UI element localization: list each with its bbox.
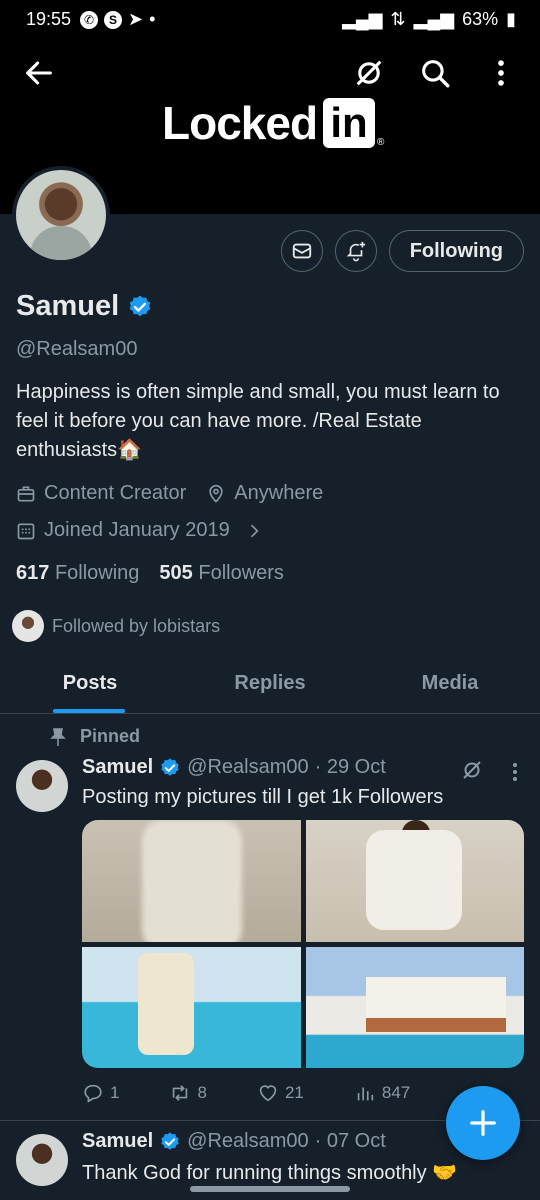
post-photo-1[interactable] (82, 820, 301, 942)
post-date: · 29 Oct (314, 756, 386, 778)
following-button[interactable]: Following (388, 230, 524, 272)
telegram-icon: ➤ (128, 9, 144, 29)
post-photo-3[interactable] (82, 946, 301, 1068)
briefcase-icon (17, 486, 35, 501)
logo-registered: ® (377, 136, 385, 148)
followed-by-row[interactable]: Followed by lobistars (12, 610, 220, 642)
back-arrow-icon[interactable] (22, 56, 56, 90)
post-more-icon[interactable] (512, 762, 518, 782)
home-indicator[interactable] (190, 1186, 350, 1192)
following-label: Following (54, 562, 140, 584)
post-avatar[interactable] (16, 1134, 68, 1186)
data-transfer-icon: ⇅ (390, 9, 406, 29)
location-pin-icon (209, 484, 223, 503)
tab-replies[interactable]: Replies (180, 660, 360, 713)
notification-icons: ✆ S ➤ • (80, 9, 155, 30)
followers-count: 505 (159, 562, 193, 584)
lockedin-logo: Locked in ® (162, 96, 384, 150)
message-button[interactable] (280, 230, 323, 272)
post-text: Thank God for running things smoothly 🤝 (82, 1162, 458, 1184)
repost-count: 8 (197, 1083, 207, 1102)
profile-category: Content Creator (44, 482, 187, 504)
profile-actions: Following (280, 230, 524, 272)
chevron-right-icon (250, 524, 259, 537)
tab-media[interactable]: Media (360, 660, 540, 713)
verified-badge-icon (161, 1131, 179, 1150)
battery-icon: ▮ (506, 9, 516, 29)
pin-icon (50, 727, 66, 746)
post-media-grid (82, 820, 524, 1068)
following-count-link[interactable]: 617 Following (16, 562, 139, 585)
followers-count-link[interactable]: 505 Followers (159, 562, 284, 585)
profile-bio: Happiness is often simple and small, you… (16, 381, 500, 461)
repost-icon (173, 1085, 188, 1101)
mutual-avatar (12, 610, 44, 642)
post-photo-2[interactable] (305, 820, 524, 942)
tab-active-indicator (53, 709, 125, 713)
system-icons: ▂▄▆ ⇅ ▂▄▆ 63% ▮ (342, 9, 516, 30)
logo-box: in (323, 98, 376, 148)
profile-avatar[interactable] (12, 166, 110, 264)
envelope-icon (292, 243, 311, 259)
following-count: 617 (16, 562, 50, 584)
status-time: 19:55 (26, 9, 72, 29)
follow-counts: 617 Following 505 Followers (16, 562, 284, 585)
profile-meta-row: Content Creator Anywhere (16, 482, 323, 505)
skype-icon: S (104, 10, 122, 29)
followed-by-text: Followed by lobistars (52, 615, 221, 636)
like-count: 21 (284, 1083, 304, 1102)
heart-icon (259, 1085, 277, 1102)
views-button[interactable]: 847 (354, 1082, 410, 1104)
whatsapp-icon: ✆ (80, 10, 98, 29)
post-handle: @Realsam00 (187, 1130, 309, 1152)
post-header: Samuel @Realsam00 · 07 Oct (82, 1130, 386, 1153)
logo-word: Locked (162, 97, 318, 149)
post-author-name[interactable]: Samuel (82, 756, 153, 779)
profile-handle: @Realsam00 (16, 338, 138, 360)
profile-joined-row[interactable]: Joined January 2019 (16, 519, 264, 542)
tab-media-label: Media (421, 672, 479, 694)
post-photo-4[interactable] (305, 946, 524, 1068)
profile-joined: Joined January 2019 (44, 519, 230, 541)
reply-icon (84, 1084, 102, 1103)
compose-post-button[interactable] (446, 1086, 520, 1160)
post-handle: @Realsam00 (187, 756, 309, 778)
verified-badge-icon[interactable] (127, 294, 153, 320)
profile-name: Samuel (16, 290, 120, 322)
calendar-icon (17, 523, 35, 539)
post-date: · 07 Oct (314, 1130, 386, 1152)
followers-label: Followers (198, 562, 284, 584)
signal-icon: ▂▄▆ (342, 9, 383, 29)
search-icon[interactable] (418, 56, 452, 90)
grok-icon[interactable] (460, 758, 484, 782)
view-count: 847 (381, 1083, 411, 1102)
battery-level: 63% (462, 9, 499, 29)
views-chart-icon (357, 1087, 374, 1101)
notify-button[interactable] (334, 230, 377, 272)
profile-location: Anywhere (234, 482, 324, 504)
reply-count: 1 (110, 1083, 120, 1102)
more-vertical-icon[interactable] (484, 56, 518, 90)
post-text: Posting my pictures till I get 1k Follow… (82, 786, 444, 808)
dot-icon: • (149, 9, 156, 29)
post-header: Samuel @Realsam00 · 29 Oct (82, 756, 386, 779)
profile-name-row: Samuel (16, 290, 153, 323)
tab-posts[interactable]: Posts (0, 660, 180, 713)
grok-icon[interactable] (352, 56, 386, 90)
tab-replies-label: Replies (234, 672, 306, 694)
reply-button[interactable]: 1 (82, 1082, 119, 1104)
verified-badge-icon (161, 757, 179, 776)
tab-posts-label: Posts (62, 672, 118, 694)
repost-button[interactable]: 8 (169, 1082, 207, 1104)
post-avatar[interactable] (16, 760, 68, 812)
signal-icon-2: ▂▄▆ (413, 9, 455, 29)
post-author-name[interactable]: Samuel (82, 1130, 153, 1153)
bell-plus-icon (346, 241, 365, 262)
pinned-label: Pinned (80, 726, 141, 746)
like-button[interactable]: 21 (257, 1082, 304, 1104)
status-bar: 19:55 ✆ S ➤ • ▂▄▆ ⇅ ▂▄▆ 63% ▮ (0, 0, 540, 38)
profile-tabs: Posts Replies Media (0, 660, 540, 714)
pinned-indicator: Pinned (50, 726, 140, 747)
plus-icon (470, 1110, 496, 1136)
